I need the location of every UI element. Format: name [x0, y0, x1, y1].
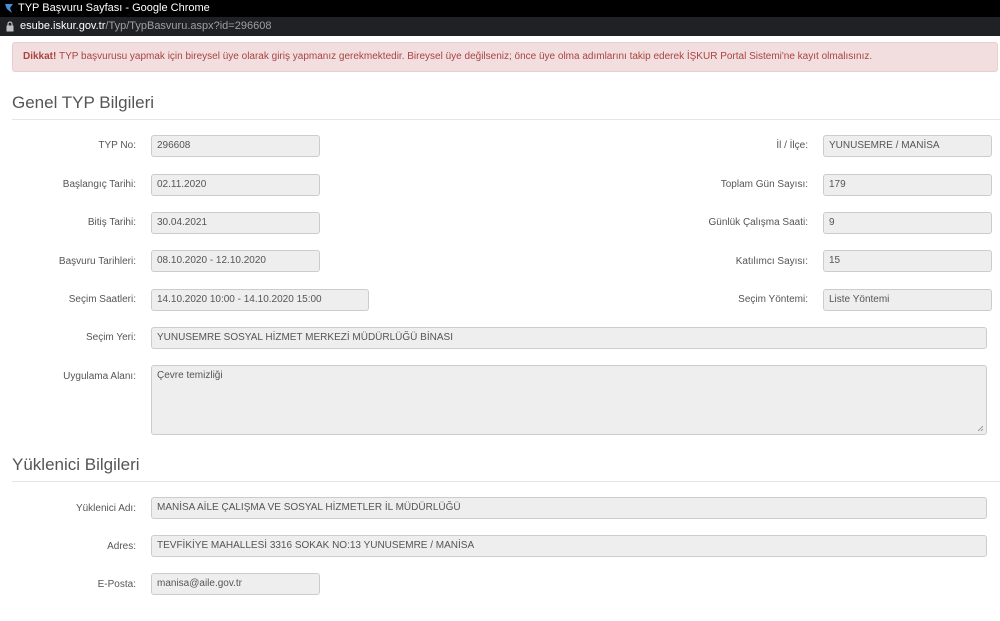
- section-title-genel: Genel TYP Bilgileri: [12, 93, 155, 112]
- katilimci-field[interactable]: 15: [823, 250, 992, 272]
- address-bar[interactable]: esube.iskur.gov.tr/Typ/TypBasvuru.aspx?i…: [0, 17, 1000, 36]
- window-title: TYP Başvuru Sayfası - Google Chrome: [18, 2, 210, 14]
- bitis-field[interactable]: 30.04.2021: [151, 212, 320, 234]
- section-divider: [12, 481, 1000, 482]
- toplam-gun-field[interactable]: 179: [823, 174, 992, 196]
- gunluk-saat-field[interactable]: 9: [823, 212, 992, 234]
- lock-icon[interactable]: [6, 21, 14, 32]
- katilimci-label: Katılımcı Sayısı:: [735, 256, 808, 267]
- alert-text: TYP başvurusu yapmak için bireysel üye o…: [56, 51, 873, 62]
- toplam-gun-label: Toplam Gün Sayısı:: [720, 179, 808, 190]
- baslangic-field[interactable]: 02.11.2020: [151, 174, 320, 196]
- adres-label: Adres:: [107, 541, 136, 552]
- gunluk-saat-label: Günlük Çalışma Saati:: [708, 217, 809, 228]
- baslangic-label: Başlangıç Tarihi:: [62, 179, 136, 190]
- uygulama-alani-textarea[interactable]: Çevre temizliği: [151, 365, 987, 435]
- basvuru-tarihleri-field[interactable]: 08.10.2020 - 12.10.2020: [151, 250, 320, 272]
- secim-yontemi-label: Seçim Yöntemi:: [738, 294, 808, 305]
- section-title-yuklenici: Yüklenici Bilgileri: [12, 455, 140, 474]
- adres-field[interactable]: TEVFİKİYE MAHALLESİ 3316 SOKAK NO:13 YUN…: [151, 535, 987, 557]
- url-text[interactable]: esube.iskur.gov.tr/Typ/TypBasvuru.aspx?i…: [20, 17, 271, 36]
- app-icon: [5, 4, 13, 13]
- il-ilce-field[interactable]: YUNUSEMRE / MANİSA: [823, 135, 992, 157]
- secim-saatleri-field[interactable]: 14.10.2020 10:00 - 14.10.2020 15:00: [151, 289, 369, 311]
- resize-grip-icon[interactable]: [977, 425, 984, 432]
- typ-no-field[interactable]: 296608: [151, 135, 320, 157]
- eposta-field[interactable]: manisa@aile.gov.tr: [151, 573, 320, 595]
- bitis-label: Bitiş Tarihi:: [87, 217, 136, 228]
- uygulama-alani-label: Uygulama Alanı:: [63, 371, 136, 382]
- section-divider: [12, 119, 1000, 120]
- url-path: /Typ/TypBasvuru.aspx?id=296608: [105, 20, 272, 32]
- secim-yontemi-field[interactable]: Liste Yöntemi: [823, 289, 992, 311]
- typ-no-label: TYP No:: [98, 140, 136, 151]
- il-ilce-label: İl / İlçe:: [776, 140, 808, 151]
- warning-alert: Dikkat! TYP başvurusu yapmak için bireys…: [12, 42, 998, 72]
- secim-yeri-field[interactable]: YUNUSEMRE SOSYAL HİZMET MERKEZİ MÜDÜRLÜĞ…: [151, 327, 987, 349]
- secim-saatleri-label: Seçim Saatleri:: [68, 294, 136, 305]
- alert-strong: Dikkat!: [23, 51, 57, 62]
- basvuru-tarihleri-label: Başvuru Tarihleri:: [58, 256, 136, 267]
- yuklenici-adi-label: Yüklenici Adı:: [75, 503, 136, 514]
- secim-yeri-label: Seçim Yeri:: [85, 332, 136, 343]
- yuklenici-adi-field[interactable]: MANİSA AİLE ÇALIŞMA VE SOSYAL HİZMETLER …: [151, 497, 987, 519]
- url-host: esube.iskur.gov.tr: [20, 20, 106, 32]
- eposta-label: E-Posta:: [97, 579, 136, 590]
- uygulama-alani-value: Çevre temizliği: [157, 370, 223, 381]
- window-titlebar: TYP Başvuru Sayfası - Google Chrome: [0, 0, 1000, 17]
